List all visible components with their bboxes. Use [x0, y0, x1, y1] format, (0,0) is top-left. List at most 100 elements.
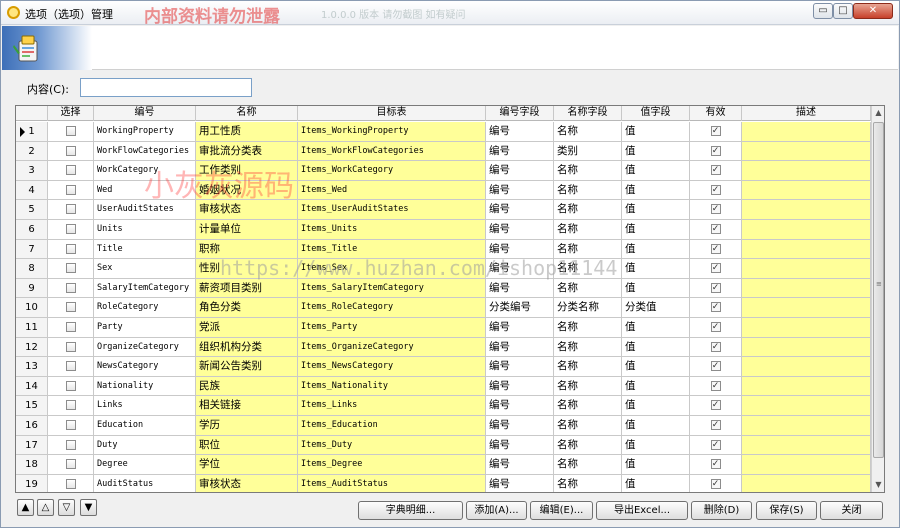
description-cell[interactable] — [742, 435, 871, 456]
row-number[interactable]: 10 — [16, 298, 48, 318]
code-field-cell[interactable]: 编号 — [486, 435, 554, 456]
target-table-cell[interactable]: Items_WorkCategory — [298, 161, 486, 181]
code-field-cell[interactable]: 编号 — [486, 239, 554, 260]
row-number[interactable]: 17 — [16, 435, 48, 456]
code-cell[interactable]: OrganizeCategory — [94, 337, 196, 358]
name-field-cell[interactable]: 名称 — [554, 435, 622, 456]
select-checkbox[interactable] — [65, 224, 76, 234]
code-cell[interactable]: WorkFlowCategories — [94, 141, 196, 162]
column-header-name-field[interactable]: 名称字段 — [554, 106, 622, 121]
row-number[interactable]: 12 — [16, 337, 48, 358]
description-cell[interactable] — [742, 278, 871, 299]
code-cell[interactable]: WorkingProperty — [94, 122, 196, 142]
column-header-select[interactable]: 选择 — [48, 106, 94, 121]
table-row[interactable]: 2 WorkFlowCategories 审批流分类表 Items_WorkFlowC… — [16, 141, 871, 162]
code-field-cell[interactable]: 编号 — [486, 200, 554, 220]
row-number[interactable]: 4 — [16, 180, 48, 201]
select-checkbox[interactable] — [65, 400, 76, 411]
valid-checkbox[interactable]: ✓ — [710, 439, 721, 450]
select-checkbox-cell[interactable] — [48, 141, 94, 162]
target-table-cell[interactable]: Items_OrganizeCategory — [298, 337, 486, 358]
select-checkbox[interactable] — [65, 243, 76, 254]
code-cell[interactable]: Education — [94, 416, 196, 436]
select-checkbox-cell[interactable] — [48, 122, 94, 142]
name-cell[interactable]: 职称 — [196, 239, 298, 260]
select-checkbox-cell[interactable] — [48, 259, 94, 279]
target-table-cell[interactable]: Items_UserAuditStates — [298, 200, 486, 220]
valid-checkbox-cell[interactable]: ✓ — [690, 396, 742, 416]
value-field-cell[interactable]: 值 — [622, 416, 690, 436]
value-field-cell[interactable]: 值 — [622, 376, 690, 397]
name-cell[interactable]: 用工性质 — [196, 122, 298, 142]
valid-checkbox[interactable]: ✓ — [710, 204, 721, 215]
value-field-cell[interactable]: 值 — [622, 239, 690, 260]
code-field-cell[interactable]: 编号 — [486, 141, 554, 162]
description-cell[interactable] — [742, 220, 871, 240]
column-header-code-field[interactable]: 编号字段 — [486, 106, 554, 121]
value-field-cell[interactable]: 值 — [622, 278, 690, 299]
column-header-description[interactable]: 描述 — [742, 106, 871, 121]
code-field-cell[interactable]: 编号 — [486, 357, 554, 377]
valid-checkbox[interactable]: ✓ — [710, 145, 721, 156]
value-field-cell[interactable]: 值 — [622, 161, 690, 181]
select-checkbox-cell[interactable] — [48, 180, 94, 201]
column-header-code[interactable]: 编号 — [94, 106, 196, 121]
code-cell[interactable]: Duty — [94, 435, 196, 456]
code-field-cell[interactable]: 编号 — [486, 337, 554, 358]
name-field-cell[interactable]: 名称 — [554, 200, 622, 220]
value-field-cell[interactable]: 值 — [622, 220, 690, 240]
name-field-cell[interactable]: 名称 — [554, 239, 622, 260]
description-cell[interactable] — [742, 259, 871, 279]
code-field-cell[interactable]: 编号 — [486, 318, 554, 338]
name-cell[interactable]: 组织机构分类 — [196, 337, 298, 358]
table-row[interactable]: 14 Nationality 民族 Items_Nationality 编号 名称值 ✓ — [16, 376, 871, 397]
select-checkbox[interactable] — [65, 302, 76, 313]
select-checkbox-cell[interactable] — [48, 455, 94, 475]
code-cell[interactable]: NewsCategory — [94, 357, 196, 377]
valid-checkbox[interactable]: ✓ — [710, 478, 721, 489]
select-checkbox[interactable] — [65, 322, 76, 332]
description-cell[interactable] — [742, 122, 871, 142]
value-field-cell[interactable]: 分类值 — [622, 298, 690, 318]
column-header-valid[interactable]: 有效 — [690, 106, 742, 121]
target-table-cell[interactable]: Items_RoleCategory — [298, 298, 486, 318]
name-field-cell[interactable]: 名称 — [554, 122, 622, 142]
select-checkbox-cell[interactable] — [48, 239, 94, 260]
select-checkbox[interactable] — [65, 439, 76, 450]
export-excel-button[interactable]: 导出Excel... — [596, 501, 688, 520]
target-table-cell[interactable]: Items_Links — [298, 396, 486, 416]
minimize-button[interactable]: ▭ — [813, 3, 833, 19]
code-field-cell[interactable]: 编号 — [486, 161, 554, 181]
table-row[interactable]: 16 Education 学历 Items_Education 编号 名称值 ✓ — [16, 416, 871, 436]
select-checkbox[interactable] — [65, 380, 76, 391]
valid-checkbox-cell[interactable]: ✓ — [690, 259, 742, 279]
description-cell[interactable] — [742, 396, 871, 416]
edit-button[interactable]: 编辑(E)... — [530, 501, 593, 520]
name-field-cell[interactable]: 名称 — [554, 396, 622, 416]
valid-checkbox-cell[interactable]: ✓ — [690, 318, 742, 338]
valid-checkbox[interactable]: ✓ — [710, 126, 721, 136]
valid-checkbox[interactable]: ✓ — [710, 322, 721, 332]
name-field-cell[interactable]: 名称 — [554, 220, 622, 240]
valid-checkbox[interactable]: ✓ — [710, 400, 721, 411]
name-cell[interactable]: 审批流分类表 — [196, 141, 298, 162]
code-cell[interactable]: Wed — [94, 180, 196, 201]
code-cell[interactable]: Party — [94, 318, 196, 338]
valid-checkbox[interactable]: ✓ — [710, 282, 721, 293]
valid-checkbox-cell[interactable]: ✓ — [690, 180, 742, 201]
name-cell[interactable]: 薪资项目类别 — [196, 278, 298, 299]
code-cell[interactable]: Nationality — [94, 376, 196, 397]
content-filter-input[interactable] — [80, 78, 252, 97]
table-row[interactable]: 1 WorkingProperty 用工性质 Items_WorkingPropert… — [16, 122, 871, 142]
close-window-button[interactable]: ✕ — [853, 3, 893, 19]
code-field-cell[interactable]: 编号 — [486, 455, 554, 475]
value-field-cell[interactable]: 值 — [622, 318, 690, 338]
row-number[interactable]: 14 — [16, 376, 48, 397]
row-number[interactable]: 18 — [16, 455, 48, 475]
close-button[interactable]: 关闭 — [820, 501, 883, 520]
valid-checkbox[interactable]: ✓ — [710, 224, 721, 234]
select-checkbox-cell[interactable] — [48, 474, 94, 492]
name-field-cell[interactable]: 名称 — [554, 357, 622, 377]
value-field-cell[interactable]: 值 — [622, 337, 690, 358]
valid-checkbox[interactable]: ✓ — [710, 302, 721, 313]
